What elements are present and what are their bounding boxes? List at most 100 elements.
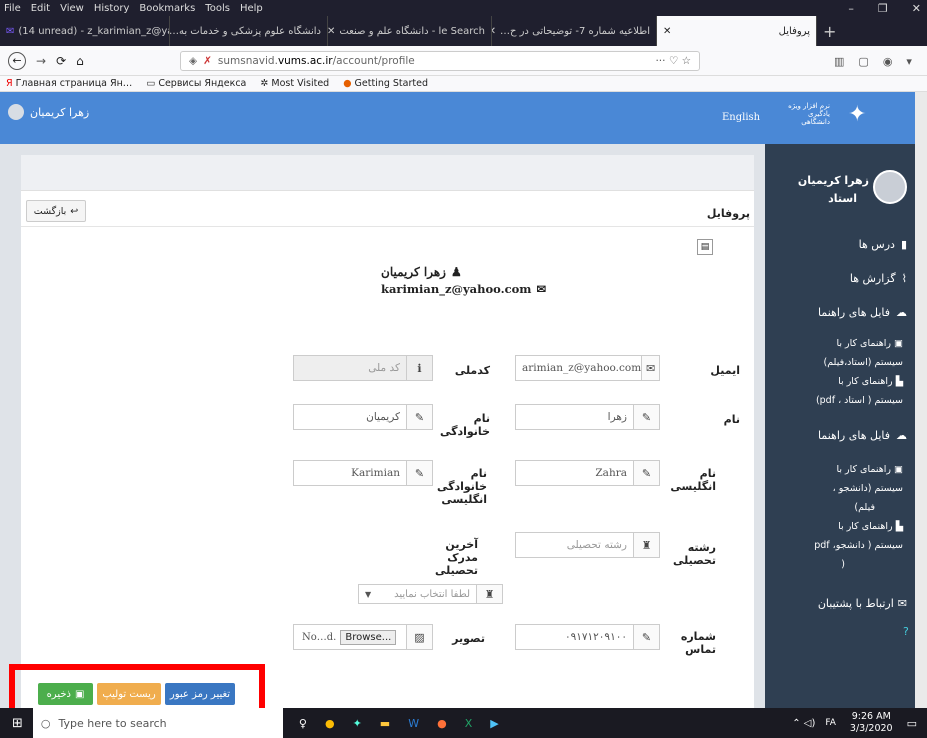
bookmark-yandex[interactable]: Я Главная страница Ян… (6, 78, 132, 89)
email-label: ایمیل (710, 364, 740, 377)
bookmark-getting-started[interactable]: ● Getting Started (343, 78, 428, 89)
english-last-name-field[interactable]: Karimian ✎ (293, 460, 433, 486)
back-icon[interactable]: ← (8, 51, 26, 70)
system-tray[interactable]: ⌃ ◁) (792, 718, 815, 729)
field-of-study-field[interactable]: رشته تحصیلی ♜ (515, 532, 660, 558)
english-first-name-field[interactable]: Zahra ✎ (515, 460, 660, 486)
menu-view[interactable]: View (60, 3, 84, 14)
menu-bookmarks[interactable]: Bookmarks (139, 3, 195, 14)
chrome-icon[interactable]: ● (325, 717, 335, 730)
url-bar[interactable]: ◈ ✗ sumsnavid. vums.ac.ir/account/profile… (180, 51, 700, 71)
taskbar-search-input[interactable]: ○ Type here to search (32, 708, 283, 738)
sidebar-item-courses[interactable]: ▮ درس ها (859, 238, 907, 251)
film-icon: ▣ (894, 338, 903, 349)
guide-link-text[interactable]: سیستم (استاد،فیلم) (767, 353, 903, 372)
language-indicator[interactable]: FA (825, 718, 836, 728)
sidebar-item-reports[interactable]: ⌇ گزارش ها (850, 272, 907, 285)
image-icon: ▨ (406, 625, 432, 649)
change-password-button[interactable]: تغییر رمز عبور (165, 683, 235, 705)
windows-start-icon[interactable]: ⊞ (12, 716, 23, 731)
sidebar-item-support[interactable]: ✉ ارتباط با پشتیبان (818, 597, 907, 610)
menu-help[interactable]: Help (240, 3, 263, 14)
sidebar-item-guides[interactable]: ☁ فایل های راهنما (818, 306, 907, 319)
save-button[interactable]: ذخیره ▣ (38, 683, 93, 705)
home-icon[interactable]: ⌂ (76, 54, 84, 68)
guide-link-text[interactable]: سیستم (دانشجو ، (767, 479, 903, 498)
image-upload[interactable]: No…d. Browse... ▨ (293, 624, 433, 650)
menu-tools[interactable]: Tools (205, 3, 230, 14)
more-icon[interactable]: ··· (655, 55, 665, 67)
image-file-name: No…d. (302, 631, 337, 643)
shopping-icon[interactable]: ▾ (906, 55, 912, 68)
sidebar-item-guides-students[interactable]: ☁ فایل های راهنما (818, 429, 907, 442)
guide-link-text[interactable]: ( (767, 555, 845, 574)
sidebar-toggle-icon[interactable]: ▢ (858, 55, 868, 68)
excel-icon[interactable]: X (465, 717, 473, 730)
forward-icon[interactable]: → (36, 54, 46, 68)
tab-announcement[interactable]: اطلاعیه شماره 7- توضیحاتی در ح…✕ (492, 16, 657, 46)
menu-history[interactable]: History (94, 3, 130, 14)
edit-icon: ✎ (633, 405, 659, 429)
guide-link-text[interactable]: فیلم) (767, 498, 875, 517)
envelope-icon: ✉ (536, 282, 547, 296)
guide-link-teacher-video[interactable]: ▣ راهنمای کار با (767, 334, 903, 353)
minimize-icon[interactable]: – (848, 2, 854, 15)
file-explorer-icon[interactable]: ▬ (380, 717, 390, 730)
clock[interactable]: 9:26 AM 3/3/2020 (850, 711, 893, 735)
restore-icon[interactable]: ❐ (878, 2, 888, 15)
mic-icon[interactable]: ♀ (299, 717, 307, 730)
phone-field[interactable]: ۰۹۱۷۱۲۰۹۱۰۰ ✎ (515, 624, 660, 650)
tab-yahoo[interactable]: ✉(14 unread) - z_karimian_z@ya…✕ (0, 16, 170, 46)
close-icon[interactable]: ✕ (328, 26, 335, 37)
bookmark-star-icon[interactable]: ☆ (682, 55, 691, 67)
guide-link-text[interactable]: سیستم ( استاد ، pdf) (767, 391, 903, 410)
bookmark-yandex-services[interactable]: ▭ Сервисы Яндекса (146, 78, 246, 89)
page-scrollbar[interactable] (915, 92, 927, 708)
tab-google-search[interactable]: le Search - دانشگاه علم و صنعت ✕ (328, 16, 492, 46)
app-icon[interactable]: ✦ (353, 717, 362, 730)
guide-link-text[interactable]: سیستم ( دانشجو، pdf (767, 536, 903, 555)
first-name-field[interactable]: زهرا ✎ (515, 404, 660, 430)
header-user-menu[interactable]: زهرا کریمیان (8, 104, 89, 120)
library-icon[interactable]: ▥ (834, 55, 844, 68)
help-icon[interactable]: ? (903, 625, 909, 638)
new-tab-button[interactable]: + (817, 16, 847, 46)
guide-link-student-pdf[interactable]: ▙ راهنمای کار با (767, 517, 903, 536)
mail-icon: ✉ (6, 25, 15, 37)
bookmarks-toolbar: Я Главная страница Ян… ▭ Сервисы Яндекса… (0, 76, 927, 92)
page-actions[interactable]: ··· ♡ ☆ (655, 55, 691, 67)
notification-icon[interactable]: ▭ (907, 717, 917, 730)
national-id-field[interactable]: کد ملی ℹ (293, 355, 433, 381)
firefox-icon: ● (343, 78, 352, 89)
browse-button[interactable]: Browse... (340, 629, 397, 645)
degree-select[interactable]: ▼ لطفا انتخاب نمایید ♜ (358, 584, 503, 604)
close-icon[interactable]: ✕ (492, 26, 496, 37)
logo-line: نرم افزار ویژه (788, 102, 830, 110)
reset-tooltip-button[interactable]: ریست تولیپ (97, 683, 161, 705)
tab-label: پروفایل (778, 25, 810, 37)
tab-label: (14 unread) - z_karimian_z@ya… (18, 25, 170, 37)
media-icon[interactable]: ▶ (490, 717, 498, 730)
pocket-icon[interactable]: ♡ (669, 55, 678, 67)
close-icon[interactable]: ✕ (912, 2, 921, 15)
tab-university-med[interactable]: دانشگاه علوم پزشکی و خدمات به…✕ (170, 16, 328, 46)
back-button[interactable]: بازگشت ↩ (26, 200, 86, 222)
word-icon[interactable]: W (408, 717, 419, 730)
close-icon[interactable]: ✕ (663, 26, 671, 37)
menu-edit[interactable]: Edit (31, 3, 50, 14)
guide-link-teacher-pdf[interactable]: ▙ راهنمای کار با (767, 372, 903, 391)
menu-file[interactable]: File (4, 3, 21, 14)
reload-icon[interactable]: ⟳ (56, 54, 66, 68)
bookmark-most-visited[interactable]: ✲ Most Visited (260, 78, 329, 89)
degree-label: آخرین مدرک تحصیلی (434, 538, 478, 577)
language-switch[interactable]: English (722, 112, 760, 123)
guide-link-student-video[interactable]: ▣ راهنمای کار با (767, 460, 903, 479)
navid-logo-icon: ✦ (848, 102, 867, 127)
email-field[interactable]: arimian_z@yahoo.com ✉ (515, 355, 660, 381)
tab-profile[interactable]: پروفایل ✕ (657, 16, 817, 46)
sidebar-item-label: درس ها (858, 238, 895, 251)
extension-icon[interactable]: ◉ (883, 55, 893, 68)
document-icon[interactable]: ▤ (697, 239, 713, 255)
last-name-field[interactable]: کریمیان ✎ (293, 404, 433, 430)
firefox-icon[interactable]: ● (437, 717, 447, 730)
